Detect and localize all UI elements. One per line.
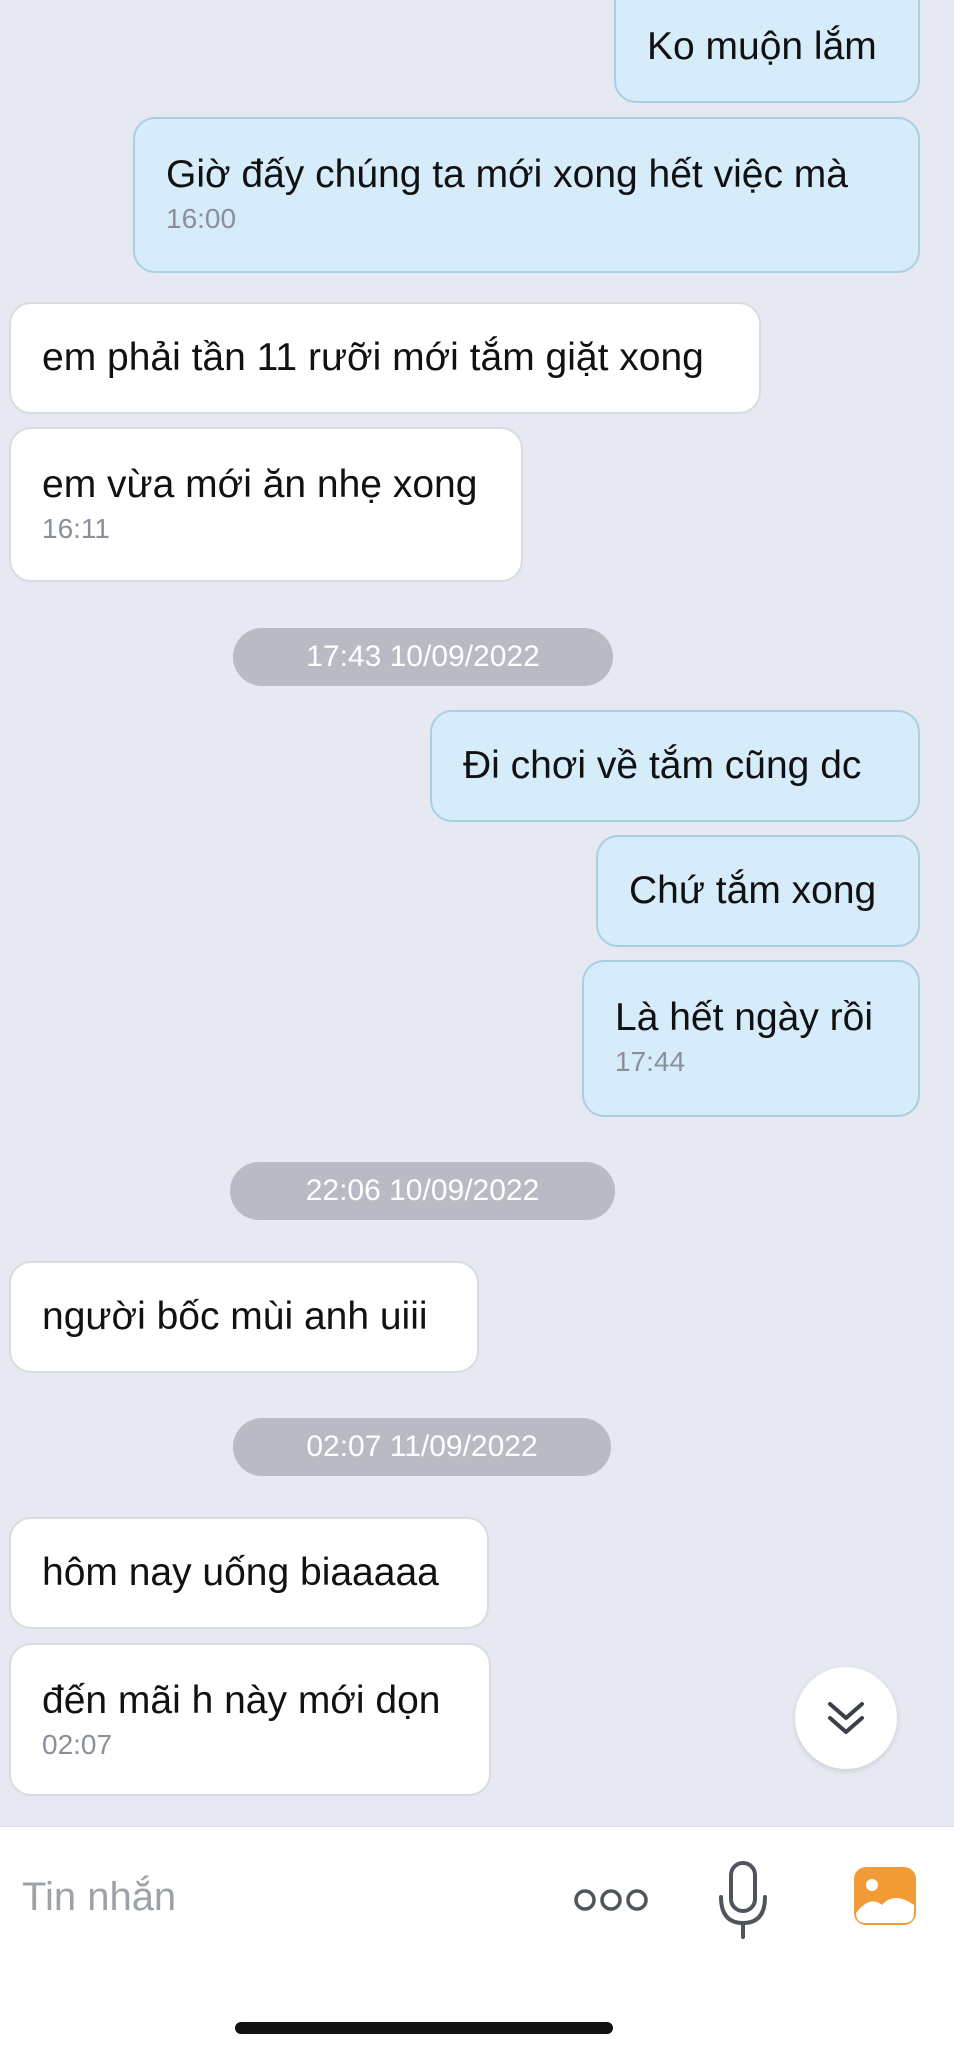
message-bubble-outgoing[interactable]: Ko muộn lắm	[614, 0, 920, 103]
message-text: Đi chơi về tắm cũng dc	[463, 744, 862, 787]
message-text: em vừa mới ăn nhẹ xong	[42, 463, 478, 506]
message-bubble-incoming[interactable]: hôm nay uống biaaaaa	[9, 1517, 489, 1629]
message-text: Giờ đấy chúng ta mới xong hết việc mà	[166, 153, 848, 196]
double-chevron-down-icon	[824, 1696, 868, 1740]
message-input[interactable]: Tin nhắn	[22, 1875, 176, 1920]
message-time: 17:44	[615, 1046, 686, 1077]
message-bubble-incoming[interactable]: em phải tần 11 rưỡi mới tắm giặt xong	[9, 302, 761, 414]
message-text: hôm nay uống biaaaaa	[42, 1551, 439, 1594]
home-indicator	[235, 2022, 613, 2034]
message-text: người bốc mùi anh uiii	[42, 1295, 428, 1338]
message-text: em phải tần 11 rưỡi mới tắm giặt xong	[42, 336, 704, 379]
image-icon[interactable]	[852, 1865, 918, 1927]
message-bubble-outgoing[interactable]: Chứ tắm xong	[596, 835, 920, 947]
date-separator: 17:43 10/09/2022	[233, 628, 613, 686]
message-time: 16:00	[166, 203, 237, 234]
message-bubble-outgoing[interactable]: Giờ đấy chúng ta mới xong hết việc mà 16…	[133, 117, 920, 273]
message-text: Là hết ngày rồi	[615, 996, 874, 1039]
message-text: đến mãi h này mới dọn	[42, 1679, 441, 1722]
message-bubble-outgoing[interactable]: Đi chơi về tắm cũng dc	[430, 710, 920, 822]
message-text: Chứ tắm xong	[629, 869, 877, 912]
message-composer: Tin nhắn	[0, 1826, 954, 2049]
message-bubble-incoming[interactable]: người bốc mùi anh uiii	[9, 1261, 479, 1373]
message-text: Ko muộn lắm	[647, 25, 877, 68]
more-icon[interactable]	[572, 1885, 650, 1915]
date-separator: 22:06 10/09/2022	[230, 1162, 615, 1220]
message-time: 02:07	[42, 1729, 113, 1760]
chat-area[interactable]: Ko muộn lắm Giờ đấy chúng ta mới xong hế…	[0, 0, 954, 1826]
message-time: 16:11	[42, 513, 110, 544]
microphone-icon[interactable]	[715, 1859, 771, 1941]
message-bubble-outgoing[interactable]: Là hết ngày rồi 17:44	[582, 960, 920, 1117]
message-bubble-incoming[interactable]: đến mãi h này mới dọn 02:07	[9, 1643, 491, 1796]
date-separator: 02:07 11/09/2022	[233, 1418, 611, 1476]
message-bubble-incoming[interactable]: em vừa mới ăn nhẹ xong 16:11	[9, 427, 523, 582]
scroll-to-bottom-button[interactable]	[795, 1667, 897, 1769]
